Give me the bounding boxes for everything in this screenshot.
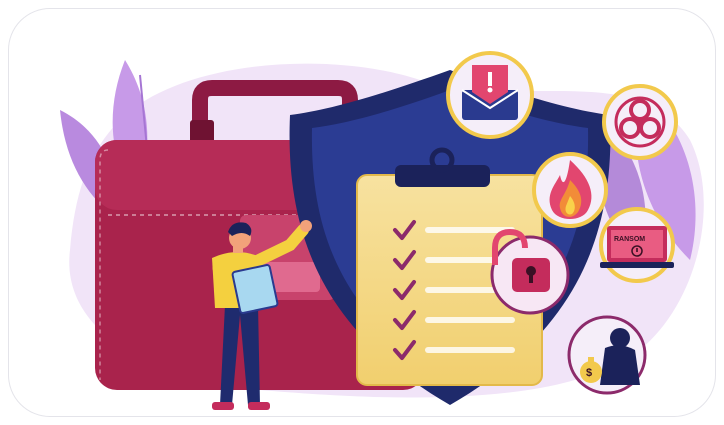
thief-icon: $ <box>567 315 647 395</box>
ransomware-laptop-icon: RANSOM <box>599 207 675 283</box>
warning-envelope-icon <box>446 51 534 139</box>
biohazard-icon <box>602 84 678 160</box>
fire-icon <box>532 152 608 228</box>
risk-management-illustration: RANSOM $ <box>60 51 704 410</box>
money-bag-symbol: $ <box>586 367 592 379</box>
laptop-screen-text: RANSOM <box>614 236 645 243</box>
